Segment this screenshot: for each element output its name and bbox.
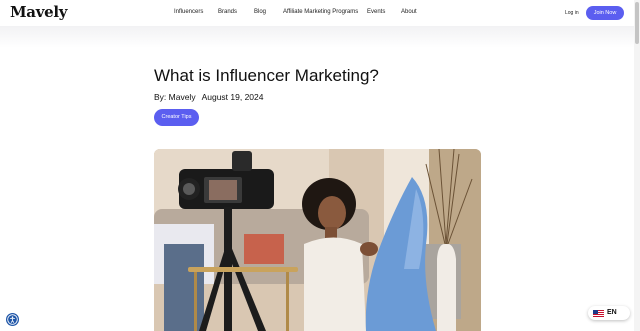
article-title: What is Influencer Marketing?: [154, 66, 379, 85]
nav-affiliate-marketing-programs[interactable]: Affiliate Marketing Programs: [283, 9, 358, 15]
accessibility-icon[interactable]: [6, 313, 19, 326]
logo-text: Mavely: [10, 3, 68, 21]
top-navbar: Mavely Influencers Brands Blog Affiliate…: [0, 0, 640, 26]
creator-tips-tag-button[interactable]: Creator Tips: [154, 109, 199, 126]
nav-about[interactable]: About: [401, 9, 417, 15]
scrollbar-thumb[interactable]: [635, 2, 639, 44]
mavely-logo[interactable]: Mavely: [10, 3, 68, 21]
us-flag-icon: [593, 310, 604, 317]
header-divider-shadow: [0, 26, 640, 48]
login-link[interactable]: Log in: [565, 10, 579, 16]
nav-influencers[interactable]: Influencers: [174, 9, 203, 15]
page-scrollbar[interactable]: [634, 0, 640, 331]
language-selector[interactable]: EN: [588, 306, 630, 320]
article-author: By: Mavely: [154, 92, 196, 102]
article-date: August 19, 2024: [201, 92, 264, 102]
language-code: EN: [607, 309, 617, 316]
nav-brands[interactable]: Brands: [218, 9, 237, 15]
nav-events[interactable]: Events: [367, 9, 385, 15]
article-hero-image: [154, 149, 481, 331]
join-now-button[interactable]: Join Now: [586, 6, 624, 20]
nav-blog[interactable]: Blog: [254, 9, 266, 15]
article-byline: By: Mavely August 19, 2024: [154, 92, 264, 102]
